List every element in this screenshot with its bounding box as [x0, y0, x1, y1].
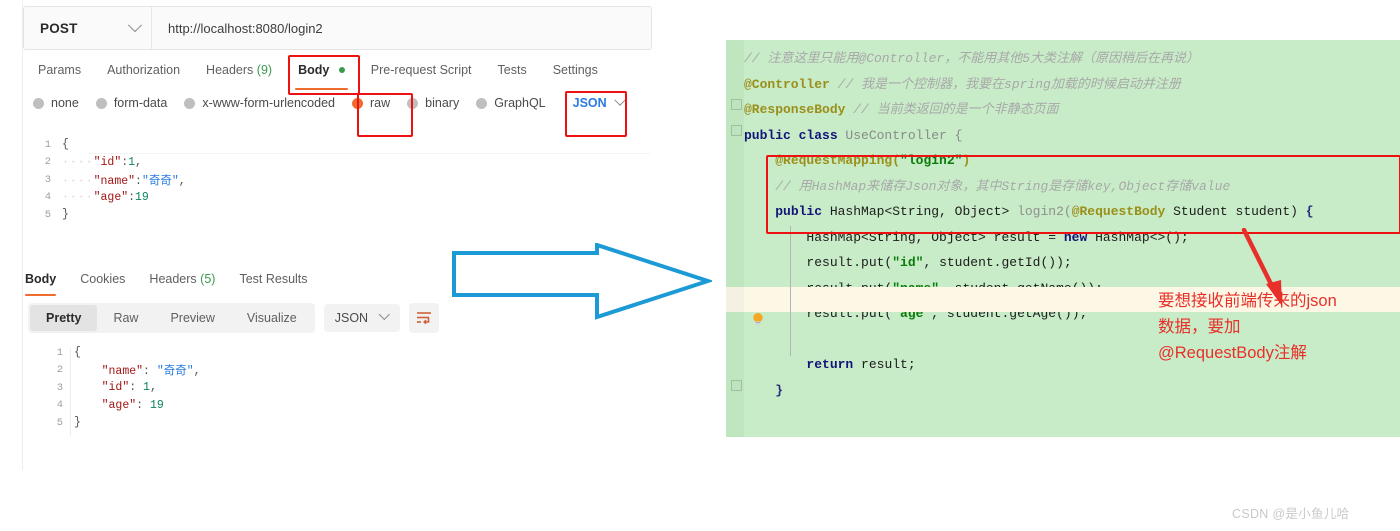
code-line: 5}: [23, 206, 650, 224]
annotation-text: 要想接收前端传来的json 数据，要加 @RequestBody注解: [1158, 288, 1398, 366]
radio-form-data[interactable]: form-data: [95, 96, 167, 110]
radio-none[interactable]: none: [33, 96, 79, 110]
code-text: }: [74, 416, 81, 430]
tab-headers[interactable]: Headers (9): [193, 57, 285, 83]
indent-guide: [790, 226, 791, 356]
response-tab-test-results[interactable]: Test Results: [239, 268, 319, 290]
code-text: "id": 1,: [101, 381, 157, 395]
highlight-box-json-format: [565, 91, 627, 137]
response-format-label: JSON: [334, 311, 369, 325]
tab-authorization[interactable]: Authorization: [94, 57, 193, 83]
view-mode-preview[interactable]: Preview: [154, 305, 230, 331]
current-line-gutter-highlight: [726, 287, 744, 312]
line-number: 3: [56, 381, 63, 394]
line-number: 5: [44, 208, 51, 221]
response-tab-cookies[interactable]: Cookies: [80, 268, 137, 290]
response-tab-headers[interactable]: Headers (5): [149, 268, 227, 290]
http-method-label: POST: [40, 20, 78, 36]
arrow-right-icon: [452, 242, 715, 320]
radio-graphql[interactable]: GraphQL: [476, 96, 546, 110]
code-fold-marker-icon[interactable]: [731, 99, 742, 110]
code-text: }: [62, 208, 69, 222]
wrap-lines-button[interactable]: [409, 303, 440, 333]
response-view-toolbar: Pretty Raw Preview Visualize JSON: [28, 303, 440, 333]
code-comment: // 注意这里只能用@Controller，不能用其他5大类注解（原因稍后在再说…: [744, 51, 1200, 66]
code-line: 2 ····"id":1,: [23, 154, 650, 172]
code-line: 1{: [23, 344, 650, 362]
line-number: 3: [44, 173, 51, 186]
code-line: public class UseController {: [744, 127, 963, 143]
view-mode-raw[interactable]: Raw: [97, 305, 154, 331]
code-line: 4 "age": 19: [23, 397, 650, 415]
line-number: 4: [56, 399, 63, 412]
tab-tests[interactable]: Tests: [485, 57, 540, 83]
view-mode-pretty[interactable]: Pretty: [30, 305, 98, 331]
code-line: @Controller // 我是一个控制器，我要在spring加载的时候启动并…: [744, 76, 1181, 92]
http-method-dropdown[interactable]: POST: [24, 7, 152, 49]
headers-count: (9): [256, 63, 273, 77]
line-number: 1: [44, 138, 51, 151]
request-url-bar: POST http://localhost:8080/login2: [23, 6, 652, 50]
annotation-line-2: 数据，要加: [1158, 318, 1241, 336]
line-number: 2: [56, 364, 63, 377]
blue-arrow-annotation: [452, 242, 715, 328]
code-line: @ResponseBody // 当前类返回的是一个非静态页面: [744, 102, 1059, 117]
code-text: ····"age":19: [62, 190, 149, 204]
highlight-box-body-tab: [288, 55, 360, 95]
screenshot-root: POST http://localhost:8080/login2 Params…: [0, 0, 1400, 531]
response-format-dropdown[interactable]: JSON: [323, 304, 401, 332]
response-headers-count: (5): [200, 272, 216, 286]
highlight-box-request-mapping-method: [766, 155, 1400, 234]
active-tab-underline: [25, 293, 57, 296]
code-line: 5}: [23, 414, 650, 432]
wrap-lines-icon: [416, 312, 431, 325]
radio-x-www-form-urlencoded[interactable]: x-www-form-urlencoded: [184, 96, 335, 110]
view-mode-visualize[interactable]: Visualize: [231, 305, 313, 331]
code-line: 3 ····"name":"奇奇",: [23, 171, 650, 189]
radio-dot-icon: [184, 97, 196, 109]
code-text: ····"id":1,: [62, 155, 142, 169]
code-fold-marker-icon[interactable]: [731, 125, 742, 136]
code-line: // 注意这里只能用@Controller，不能用其他5大类注解（原因稍后在再说…: [744, 46, 1400, 72]
line-number: 5: [56, 416, 63, 429]
code-line: 2 "name": "奇奇",: [23, 362, 650, 380]
radio-dot-icon: [476, 97, 488, 109]
code-line: 3 "id": 1,: [23, 379, 650, 397]
chevron-down-icon: [378, 308, 391, 321]
tab-params[interactable]: Params: [25, 57, 94, 83]
lightbulb-icon[interactable]: [752, 312, 764, 327]
response-tab-body[interactable]: Body: [25, 268, 68, 296]
code-text: "name": "奇奇",: [101, 365, 201, 379]
line-number: 4: [44, 191, 51, 204]
highlight-box-raw-radio: [357, 93, 413, 137]
request-url-input[interactable]: http://localhost:8080/login2: [152, 21, 323, 36]
request-body-editor[interactable]: 1{ 2 ····"id":1, 3 ····"name":"奇奇", 4 ····"…: [23, 136, 650, 254]
code-line: 1{: [23, 136, 650, 154]
annotation-line-3: @RequestBody注解: [1158, 344, 1307, 362]
view-mode-segmented-control: Pretty Raw Preview Visualize: [28, 303, 315, 333]
tab-settings[interactable]: Settings: [540, 57, 611, 83]
radio-binary[interactable]: binary: [407, 96, 459, 110]
annotation-line-1: 要想接收前端传来的json: [1158, 292, 1337, 310]
code-text: "age": 19: [101, 398, 164, 412]
code-text: ····"name":"奇奇",: [62, 174, 186, 188]
chevron-down-icon: [127, 18, 143, 33]
body-type-radio-group: none form-data x-www-form-urlencoded raw…: [33, 94, 626, 110]
code-fold-marker-icon[interactable]: [731, 380, 742, 391]
response-body-viewer[interactable]: 1{ 2 "name": "奇奇", 3 "id": 1, 4 "age": 1…: [23, 344, 650, 444]
line-number: 2: [44, 156, 51, 169]
code-text: {: [62, 138, 69, 152]
radio-dot-icon: [95, 97, 107, 109]
code-text: {: [74, 346, 81, 360]
watermark: CSDN @是小鱼儿哈: [1232, 507, 1350, 521]
tab-pre-request-script[interactable]: Pre-request Script: [358, 57, 485, 83]
editor-line-separator: [87, 153, 650, 154]
code-line: }: [775, 382, 784, 398]
radio-dot-icon: [33, 97, 44, 109]
response-tabs: Body Cookies Headers (5) Test Results: [25, 268, 332, 296]
line-number: 1: [56, 346, 63, 359]
code-line: 4 ····"age":19: [23, 189, 650, 207]
